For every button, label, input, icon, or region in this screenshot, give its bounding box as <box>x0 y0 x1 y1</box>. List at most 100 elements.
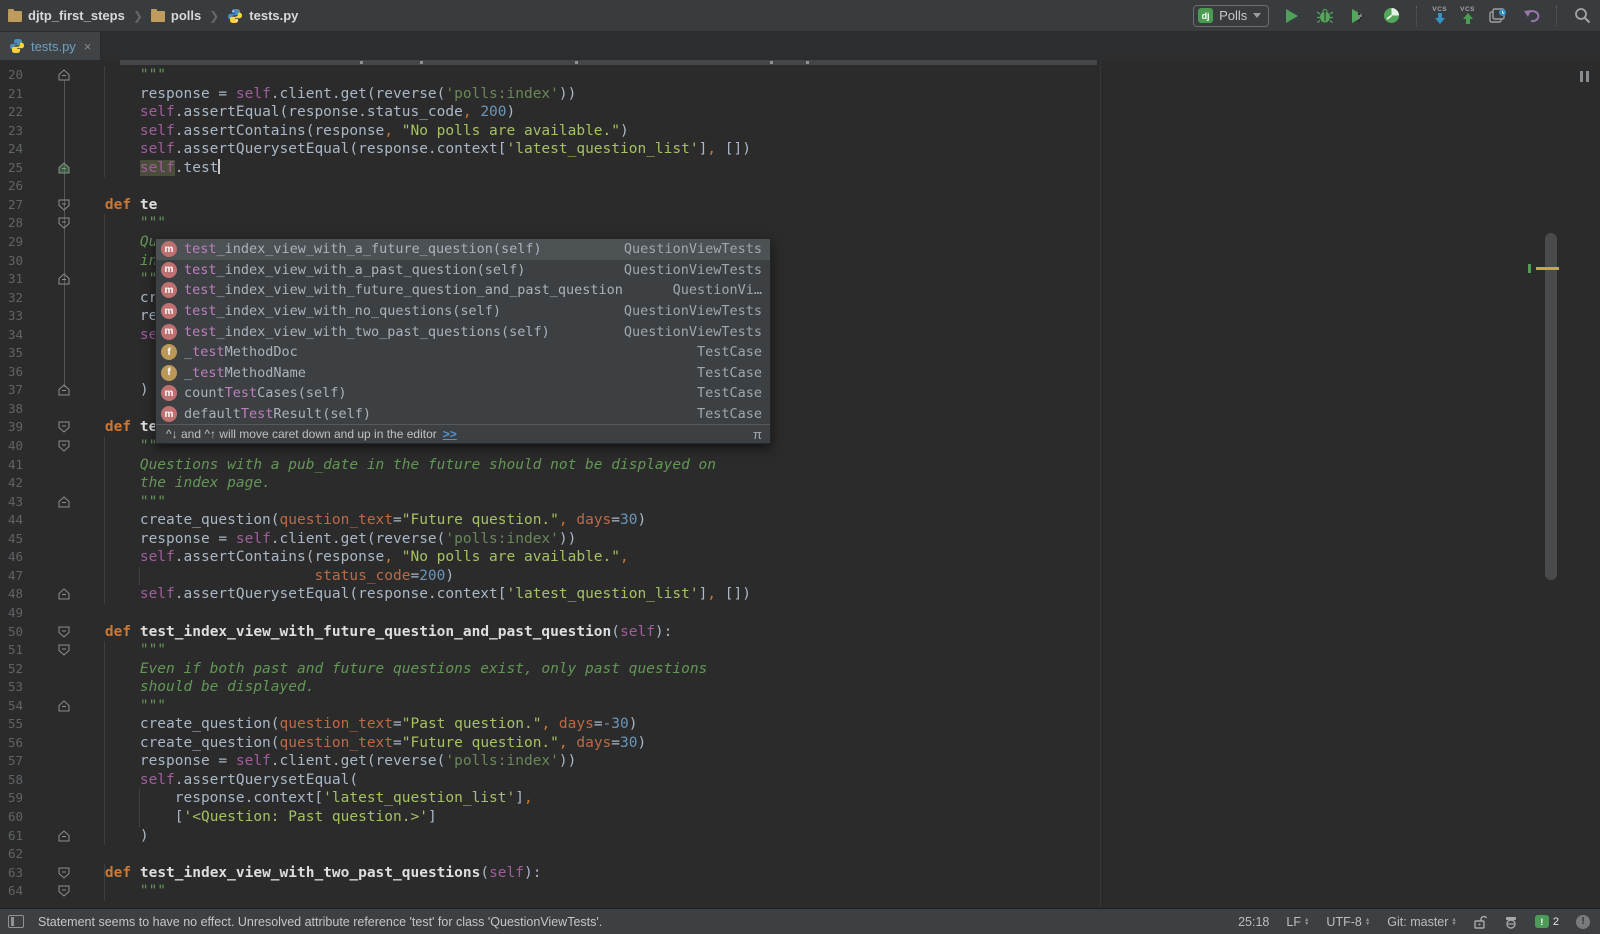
fold-marker-icon[interactable] <box>57 272 71 286</box>
completion-item[interactable]: f _testMethodDoc TestCase <box>156 342 770 363</box>
fold-marker-icon[interactable] <box>57 866 71 880</box>
line-number[interactable]: 41 <box>8 456 23 475</box>
line-number[interactable]: 48 <box>8 585 23 604</box>
line-number[interactable]: 25 <box>8 159 23 178</box>
relevance-sort-icon[interactable]: π <box>753 427 762 442</box>
completion-item[interactable]: f _testMethodName TestCase <box>156 363 770 384</box>
line-number[interactable]: 20 <box>8 66 23 85</box>
line-number[interactable]: 45 <box>8 530 23 549</box>
line-number[interactable]: 27 <box>8 196 23 215</box>
breadcrumb-file[interactable]: tests.py <box>227 8 298 24</box>
breadcrumb-project[interactable]: djtp_first_steps <box>8 8 125 23</box>
completion-item[interactable]: m test_index_view_with_two_past_questions… <box>156 321 770 342</box>
line-number[interactable]: 50 <box>8 623 23 642</box>
toolwindow-switcher-icon[interactable] <box>8 915 24 928</box>
fold-marker-icon[interactable] <box>57 383 71 397</box>
search-everywhere-button[interactable] <box>1572 6 1592 26</box>
run-button[interactable] <box>1282 6 1302 26</box>
vertical-scrollbar[interactable] <box>1545 233 1557 580</box>
fold-marker-icon[interactable] <box>57 625 71 639</box>
completion-item[interactable]: m test_index_view_with_no_questions(self)… <box>156 301 770 322</box>
line-number[interactable]: 43 <box>8 493 23 512</box>
notifications-widget[interactable]: ! 2 <box>1534 915 1559 928</box>
line-number[interactable]: 32 <box>8 289 23 308</box>
run-configuration-selector[interactable]: dj Polls <box>1193 4 1270 27</box>
line-number[interactable]: 34 <box>8 326 23 345</box>
line-number[interactable]: 62 <box>8 845 23 864</box>
fold-marker-icon[interactable] <box>57 198 71 212</box>
fold-marker-icon[interactable] <box>57 161 71 175</box>
fold-marker-icon[interactable] <box>57 829 71 843</box>
completion-item[interactable]: m test_index_view_with_a_past_question(se… <box>156 260 770 281</box>
line-number[interactable]: 29 <box>8 233 23 252</box>
line-number[interactable]: 28 <box>8 214 23 233</box>
debug-button[interactable] <box>1315 6 1335 26</box>
line-number[interactable]: 52 <box>8 660 23 679</box>
fold-marker-icon[interactable] <box>57 587 71 601</box>
line-number[interactable]: 63 <box>8 864 23 883</box>
line-number[interactable]: 36 <box>8 363 23 382</box>
completion-item[interactable]: m defaultTestResult(self) TestCase <box>156 404 770 425</box>
line-number[interactable]: 58 <box>8 771 23 790</box>
line-number[interactable]: 47 <box>8 567 23 586</box>
tab-tests-py[interactable]: tests.py × <box>0 32 102 60</box>
line-number[interactable]: 53 <box>8 678 23 697</box>
line-number[interactable]: 33 <box>8 307 23 326</box>
line-number[interactable]: 61 <box>8 827 23 846</box>
line-number[interactable]: 64 <box>8 882 23 901</box>
completion-item[interactable]: m countTestCases(self) TestCase <box>156 383 770 404</box>
profiler-button[interactable] <box>1381 6 1401 26</box>
fold-marker-icon[interactable] <box>57 884 71 898</box>
line-number[interactable]: 56 <box>8 734 23 753</box>
line-number[interactable]: 23 <box>8 122 23 141</box>
run-with-coverage-button[interactable] <box>1348 6 1368 26</box>
line-number[interactable]: 60 <box>8 808 23 827</box>
readonly-lock-button[interactable] <box>1474 915 1487 929</box>
line-number[interactable]: 22 <box>8 103 23 122</box>
line-number[interactable]: 54 <box>8 697 23 716</box>
line-separator-widget[interactable]: LF ▲ ▼ <box>1286 915 1309 929</box>
line-number[interactable]: 55 <box>8 715 23 734</box>
event-log-alert-icon[interactable]: ! <box>1576 914 1590 929</box>
line-number[interactable]: 26 <box>8 177 23 196</box>
completion-item[interactable]: m test_index_view_with_a_future_question(… <box>156 239 770 260</box>
line-number[interactable]: 39 <box>8 418 23 437</box>
vcs-commit-button[interactable]: VCS <box>1460 6 1475 25</box>
line-number[interactable]: 24 <box>8 140 23 159</box>
caret-position-widget[interactable]: 25:18 <box>1238 915 1269 929</box>
highlighting-level-button[interactable] <box>1504 915 1518 929</box>
rollback-button[interactable] <box>1521 6 1541 26</box>
local-history-button[interactable] <box>1488 6 1508 26</box>
line-number[interactable]: 40 <box>8 437 23 456</box>
line-number[interactable]: 51 <box>8 641 23 660</box>
fold-marker-icon[interactable] <box>57 699 71 713</box>
line-number[interactable]: 59 <box>8 789 23 808</box>
line-number[interactable]: 44 <box>8 511 23 530</box>
fold-marker-icon[interactable] <box>57 216 71 230</box>
line-number[interactable]: 38 <box>8 400 23 419</box>
line-number[interactable]: 30 <box>8 252 23 271</box>
code-editor[interactable]: 20 21 22 23 24 25 26 27 28 29 30 31 32 33 34 35 36 37 38 39… <box>0 60 1600 908</box>
line-number[interactable]: 49 <box>8 604 23 623</box>
completion-item[interactable]: m test_index_view_with_future_question_an… <box>156 280 770 301</box>
close-icon[interactable]: × <box>82 40 92 53</box>
vcs-update-button[interactable]: VCS <box>1432 6 1447 25</box>
line-number[interactable]: 31 <box>8 270 23 289</box>
inspections-widget-icon[interactable] <box>1580 71 1590 82</box>
line-number[interactable]: 57 <box>8 752 23 771</box>
encoding-widget[interactable]: UTF-8 ▲ ▼ <box>1326 915 1370 929</box>
breadcrumb-polls[interactable]: polls <box>150 8 201 23</box>
fold-marker-icon[interactable] <box>57 439 71 453</box>
hint-more-link[interactable]: >> <box>443 427 457 441</box>
line-number[interactable]: 21 <box>8 85 23 104</box>
line-number[interactable]: 46 <box>8 548 23 567</box>
fold-marker-icon[interactable] <box>57 68 71 82</box>
warning-stripe-mark[interactable] <box>1536 267 1559 270</box>
fold-marker-icon[interactable] <box>57 495 71 509</box>
line-number[interactable]: 35 <box>8 344 23 363</box>
line-number[interactable]: 42 <box>8 474 23 493</box>
fold-marker-icon[interactable] <box>57 643 71 657</box>
fold-marker-icon[interactable] <box>57 420 71 434</box>
git-branch-widget[interactable]: Git: master ▲ ▼ <box>1387 915 1457 929</box>
line-number[interactable]: 37 <box>8 381 23 400</box>
